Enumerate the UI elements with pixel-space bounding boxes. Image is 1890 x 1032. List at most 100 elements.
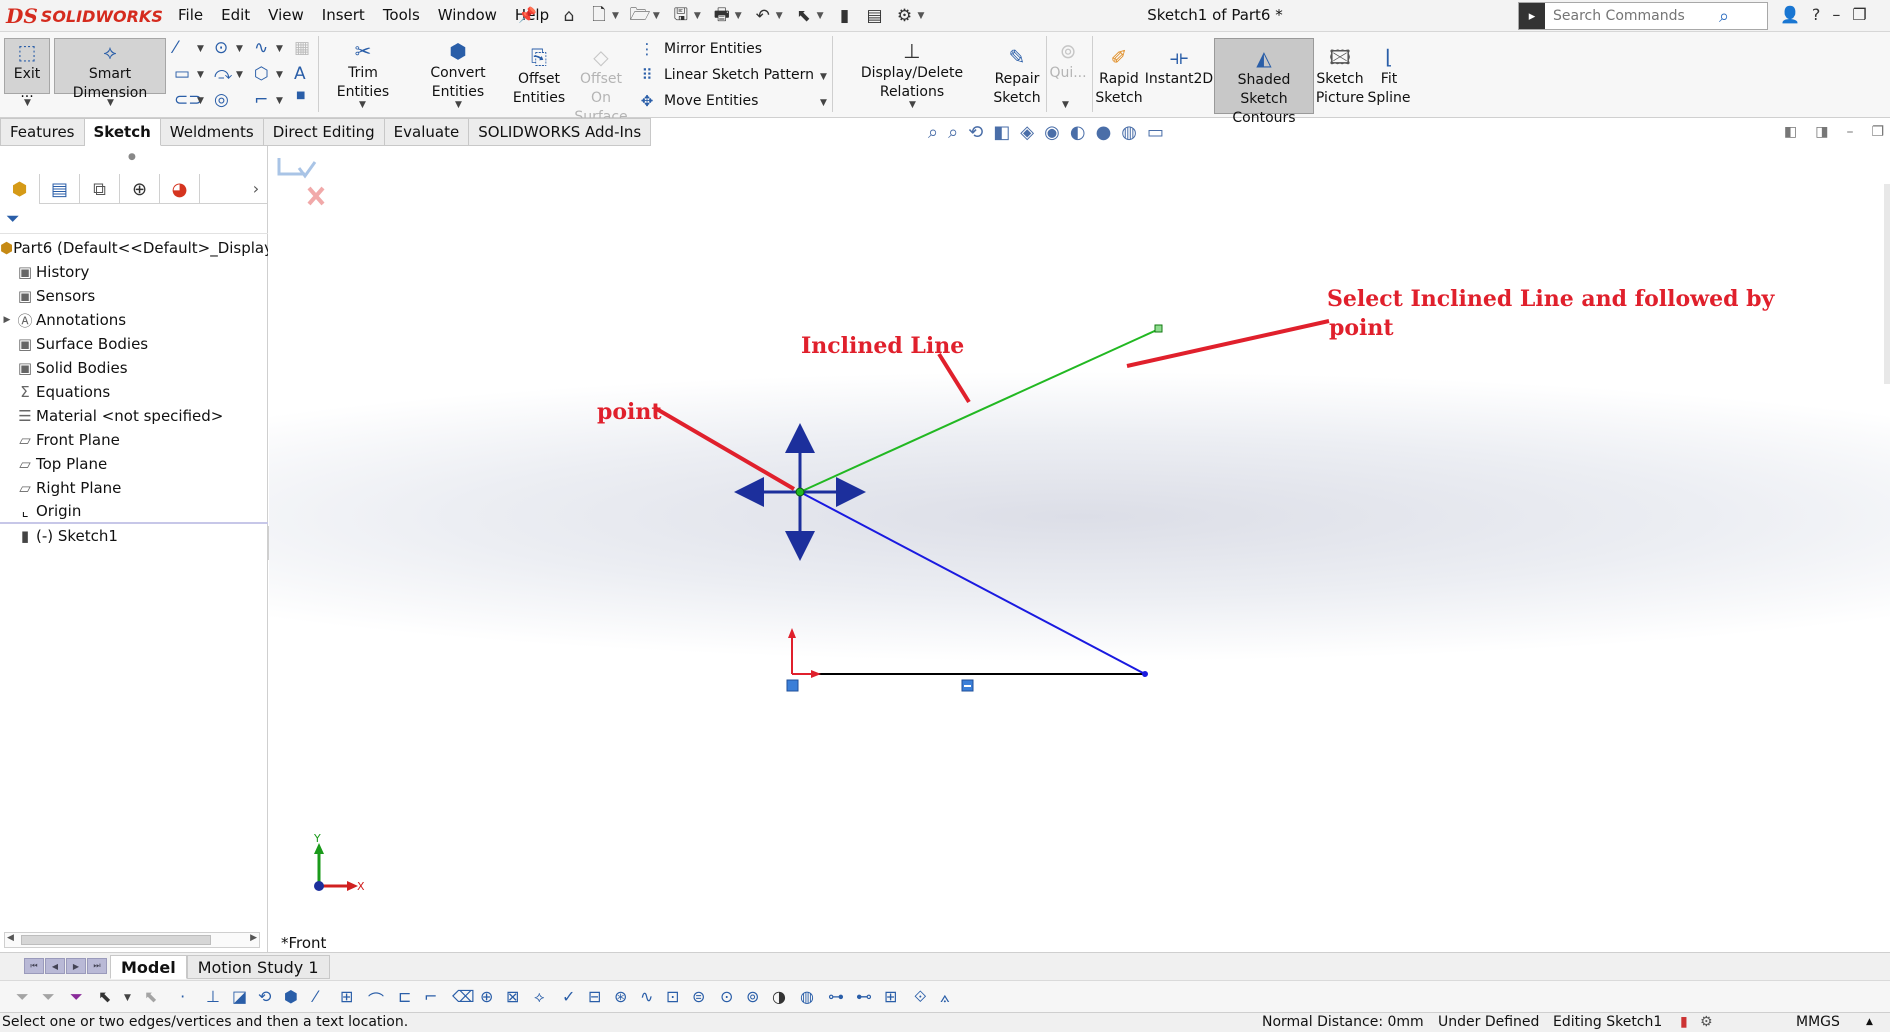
prev-tab-icon[interactable]: ◀ (45, 958, 65, 974)
status-units[interactable]: MMGS (1796, 1014, 1840, 1030)
select-cursor-icon[interactable]: ⬉ (791, 4, 817, 28)
offset-entities-button[interactable]: ⎘ Offset Entities (513, 44, 565, 108)
minimize-icon[interactable]: – (1832, 5, 1840, 24)
sketch-toolbar-icon-28[interactable]: ⟐ (914, 987, 927, 1007)
tree-item-front-plane[interactable]: ▱ Front Plane (0, 428, 268, 452)
arc-icon[interactable]: ⤼ (214, 64, 232, 84)
repair-sketch-button[interactable]: ✎ Repair Sketch (992, 44, 1042, 108)
section-view-icon[interactable]: ◧ (993, 122, 1010, 143)
offset-on-surface-button[interactable]: ◇ Offset On Surface (568, 44, 634, 127)
tree-item-sensors[interactable]: ▣ Sensors (0, 284, 268, 308)
display-manager-icon[interactable]: ◕ (160, 174, 200, 204)
fillet-icon[interactable]: ⌐ (254, 90, 268, 110)
quick-snaps-dropdown-icon[interactable]: ▼ (1062, 100, 1069, 110)
tab-sketch[interactable]: Sketch (84, 118, 161, 146)
configuration-manager-icon[interactable]: ⧉ (80, 174, 120, 204)
property-manager-icon[interactable]: ▤ (40, 174, 80, 204)
relations-dropdown-icon[interactable]: ▼ (909, 100, 916, 110)
select-dropdown-icon[interactable]: ▼ (124, 993, 131, 1003)
sketch-toolbar-icon-24[interactable]: ◍ (800, 987, 814, 1006)
trim-dropdown-icon[interactable]: ▼ (359, 100, 366, 110)
filter-toggle-icon[interactable]: ⏷ (70, 987, 83, 1007)
search-icon[interactable]: ⌕ (1719, 6, 1729, 27)
sketch-canvas[interactable] (269, 146, 1890, 952)
viewport-tile-left-icon[interactable]: ◧ (1784, 124, 1797, 140)
last-tab-icon[interactable]: ⏭ (87, 958, 107, 974)
viewport-tile-right-icon[interactable]: ◨ (1815, 124, 1828, 140)
view-orientation-icon[interactable]: ◈ (1020, 122, 1034, 143)
selected-point[interactable] (795, 487, 805, 497)
display-delete-relations-button[interactable]: ⊥ Display/Delete Relations (836, 38, 988, 102)
sketch-toolbar-icon-25[interactable]: ⊶ (828, 987, 844, 1006)
sketch-toolbar-icon-22[interactable]: ⊚ (746, 987, 759, 1006)
fillet-dropdown-icon[interactable]: ▼ (276, 96, 283, 106)
user-icon[interactable]: 👤 (1780, 5, 1800, 24)
new-document-icon[interactable]: 🗋 (586, 4, 612, 28)
tab-evaluate[interactable]: Evaluate (384, 118, 470, 146)
exit-dropdown-icon[interactable]: ▼ (24, 98, 31, 108)
menu-file[interactable]: File (178, 6, 203, 24)
rebuild-status-icon[interactable]: ▮ (1680, 1014, 1688, 1030)
zoom-to-fit-icon[interactable]: ⌕ (928, 122, 938, 143)
menu-edit[interactable]: Edit (221, 6, 250, 24)
sketch-picture-button[interactable]: 🖾 Sketch Picture (1316, 44, 1364, 108)
tab-model[interactable]: Model (110, 955, 187, 979)
hide-show-items-icon[interactable]: ◐ (1070, 122, 1086, 143)
linear-sketch-pattern-button[interactable]: ⠿ Linear Sketch Pattern (638, 66, 814, 84)
sketch-toolbar-icon-16[interactable]: ⊟ (588, 987, 601, 1006)
tab-solidworks-add-ins[interactable]: SOLIDWORKS Add-Ins (469, 118, 652, 146)
zoom-to-area-icon[interactable]: ⌕ (948, 122, 958, 143)
horizontal-scrollbar[interactable]: ◀ ▶ (4, 932, 260, 948)
tree-item-history[interactable]: ▣ History (0, 260, 268, 284)
dimxpert-manager-icon[interactable]: ⊕ (120, 174, 160, 204)
exit-sketch-button[interactable]: ⬚ Exit ... (4, 38, 50, 101)
sketch-toolbar-icon-17[interactable]: ⊛ (614, 987, 627, 1006)
sketch-line-blue[interactable] (799, 491, 1146, 675)
tree-item-surface-bodies[interactable]: ▣ Surface Bodies (0, 332, 268, 356)
instant2d-button[interactable]: ⟛ Instant2D (1145, 44, 1213, 89)
panel-grip-icon[interactable]: ● (128, 152, 136, 162)
sketch-toolbar-icon-18[interactable]: ∿ (640, 987, 653, 1006)
box-select-icon[interactable]: ⬉ (144, 987, 157, 1006)
plane-icon[interactable]: ▦ (294, 38, 310, 58)
undo-dropdown-icon[interactable]: ▼ (776, 11, 783, 21)
sketch-toolbar-icon-23[interactable]: ◑ (772, 987, 786, 1006)
inclined-line-endpoint[interactable] (1154, 324, 1163, 333)
tab-motion-study-1[interactable]: Motion Study 1 (186, 955, 330, 979)
slot-dropdown-icon[interactable]: ▼ (197, 96, 204, 106)
tree-item-annotations[interactable]: ▶ Ⓐ Annotations (0, 308, 268, 332)
smart-dimension-button[interactable]: ⟡ Smart Dimension (54, 38, 166, 101)
search-commands-box[interactable]: ▸ ⌕ (1518, 2, 1768, 30)
sketch-toolbar-icon-5[interactable]: ⬢ (284, 987, 298, 1006)
centerline-icon[interactable]: ⊥ (206, 987, 220, 1006)
trim-entities-button[interactable]: ✂ Trim Entities (324, 38, 402, 102)
save-dropdown-icon[interactable]: ▼ (694, 11, 701, 21)
rapid-sketch-button[interactable]: ✐ Rapid Sketch (1095, 44, 1142, 108)
sketch-toolbar-icon-29[interactable]: ⟑ (940, 987, 950, 1007)
feature-manager-tree-icon[interactable]: ⬢ (0, 174, 40, 204)
tree-item-equations[interactable]: Σ Equations (0, 380, 268, 404)
undo-icon[interactable]: ↶ (750, 4, 776, 28)
scroll-left-icon[interactable]: ◀ (7, 933, 14, 943)
line-icon[interactable]: ⁄ (174, 38, 177, 58)
filter-clear-icon[interactable]: ⏷ (42, 987, 55, 1007)
tab-weldments[interactable]: Weldments (160, 118, 264, 146)
new-dropdown-icon[interactable]: ▼ (612, 11, 619, 21)
print-dropdown-icon[interactable]: ▼ (735, 11, 742, 21)
pin-menu-icon[interactable]: 📌 (518, 6, 537, 24)
smart-dimension-dropdown-icon[interactable]: ▼ (107, 98, 114, 108)
tree-item-sketch1[interactable]: ▮ (-) Sketch1 (0, 524, 268, 548)
save-icon[interactable]: 🖫 (668, 4, 694, 28)
tree-item-solid-bodies[interactable]: ▣ Solid Bodies (0, 356, 268, 380)
next-tab-icon[interactable]: ▶ (66, 958, 86, 974)
menu-tools[interactable]: Tools (383, 6, 420, 24)
units-dropdown-icon[interactable]: ▲ (1866, 1017, 1873, 1027)
circle-icon[interactable]: ⊙ (214, 38, 228, 58)
point-icon[interactable]: ■ (296, 90, 305, 101)
tab-direct-editing[interactable]: Direct Editing (263, 118, 385, 146)
file-properties-icon[interactable]: ▤ (862, 4, 888, 28)
sketch-toolbar-icon-9[interactable]: ⊏ (398, 987, 411, 1006)
sketch-toolbar-icon-14[interactable]: ⟡ (534, 987, 545, 1007)
viewport-maximize-icon[interactable]: ❐ (1871, 124, 1884, 140)
first-tab-icon[interactable]: ⏮ (24, 958, 44, 974)
